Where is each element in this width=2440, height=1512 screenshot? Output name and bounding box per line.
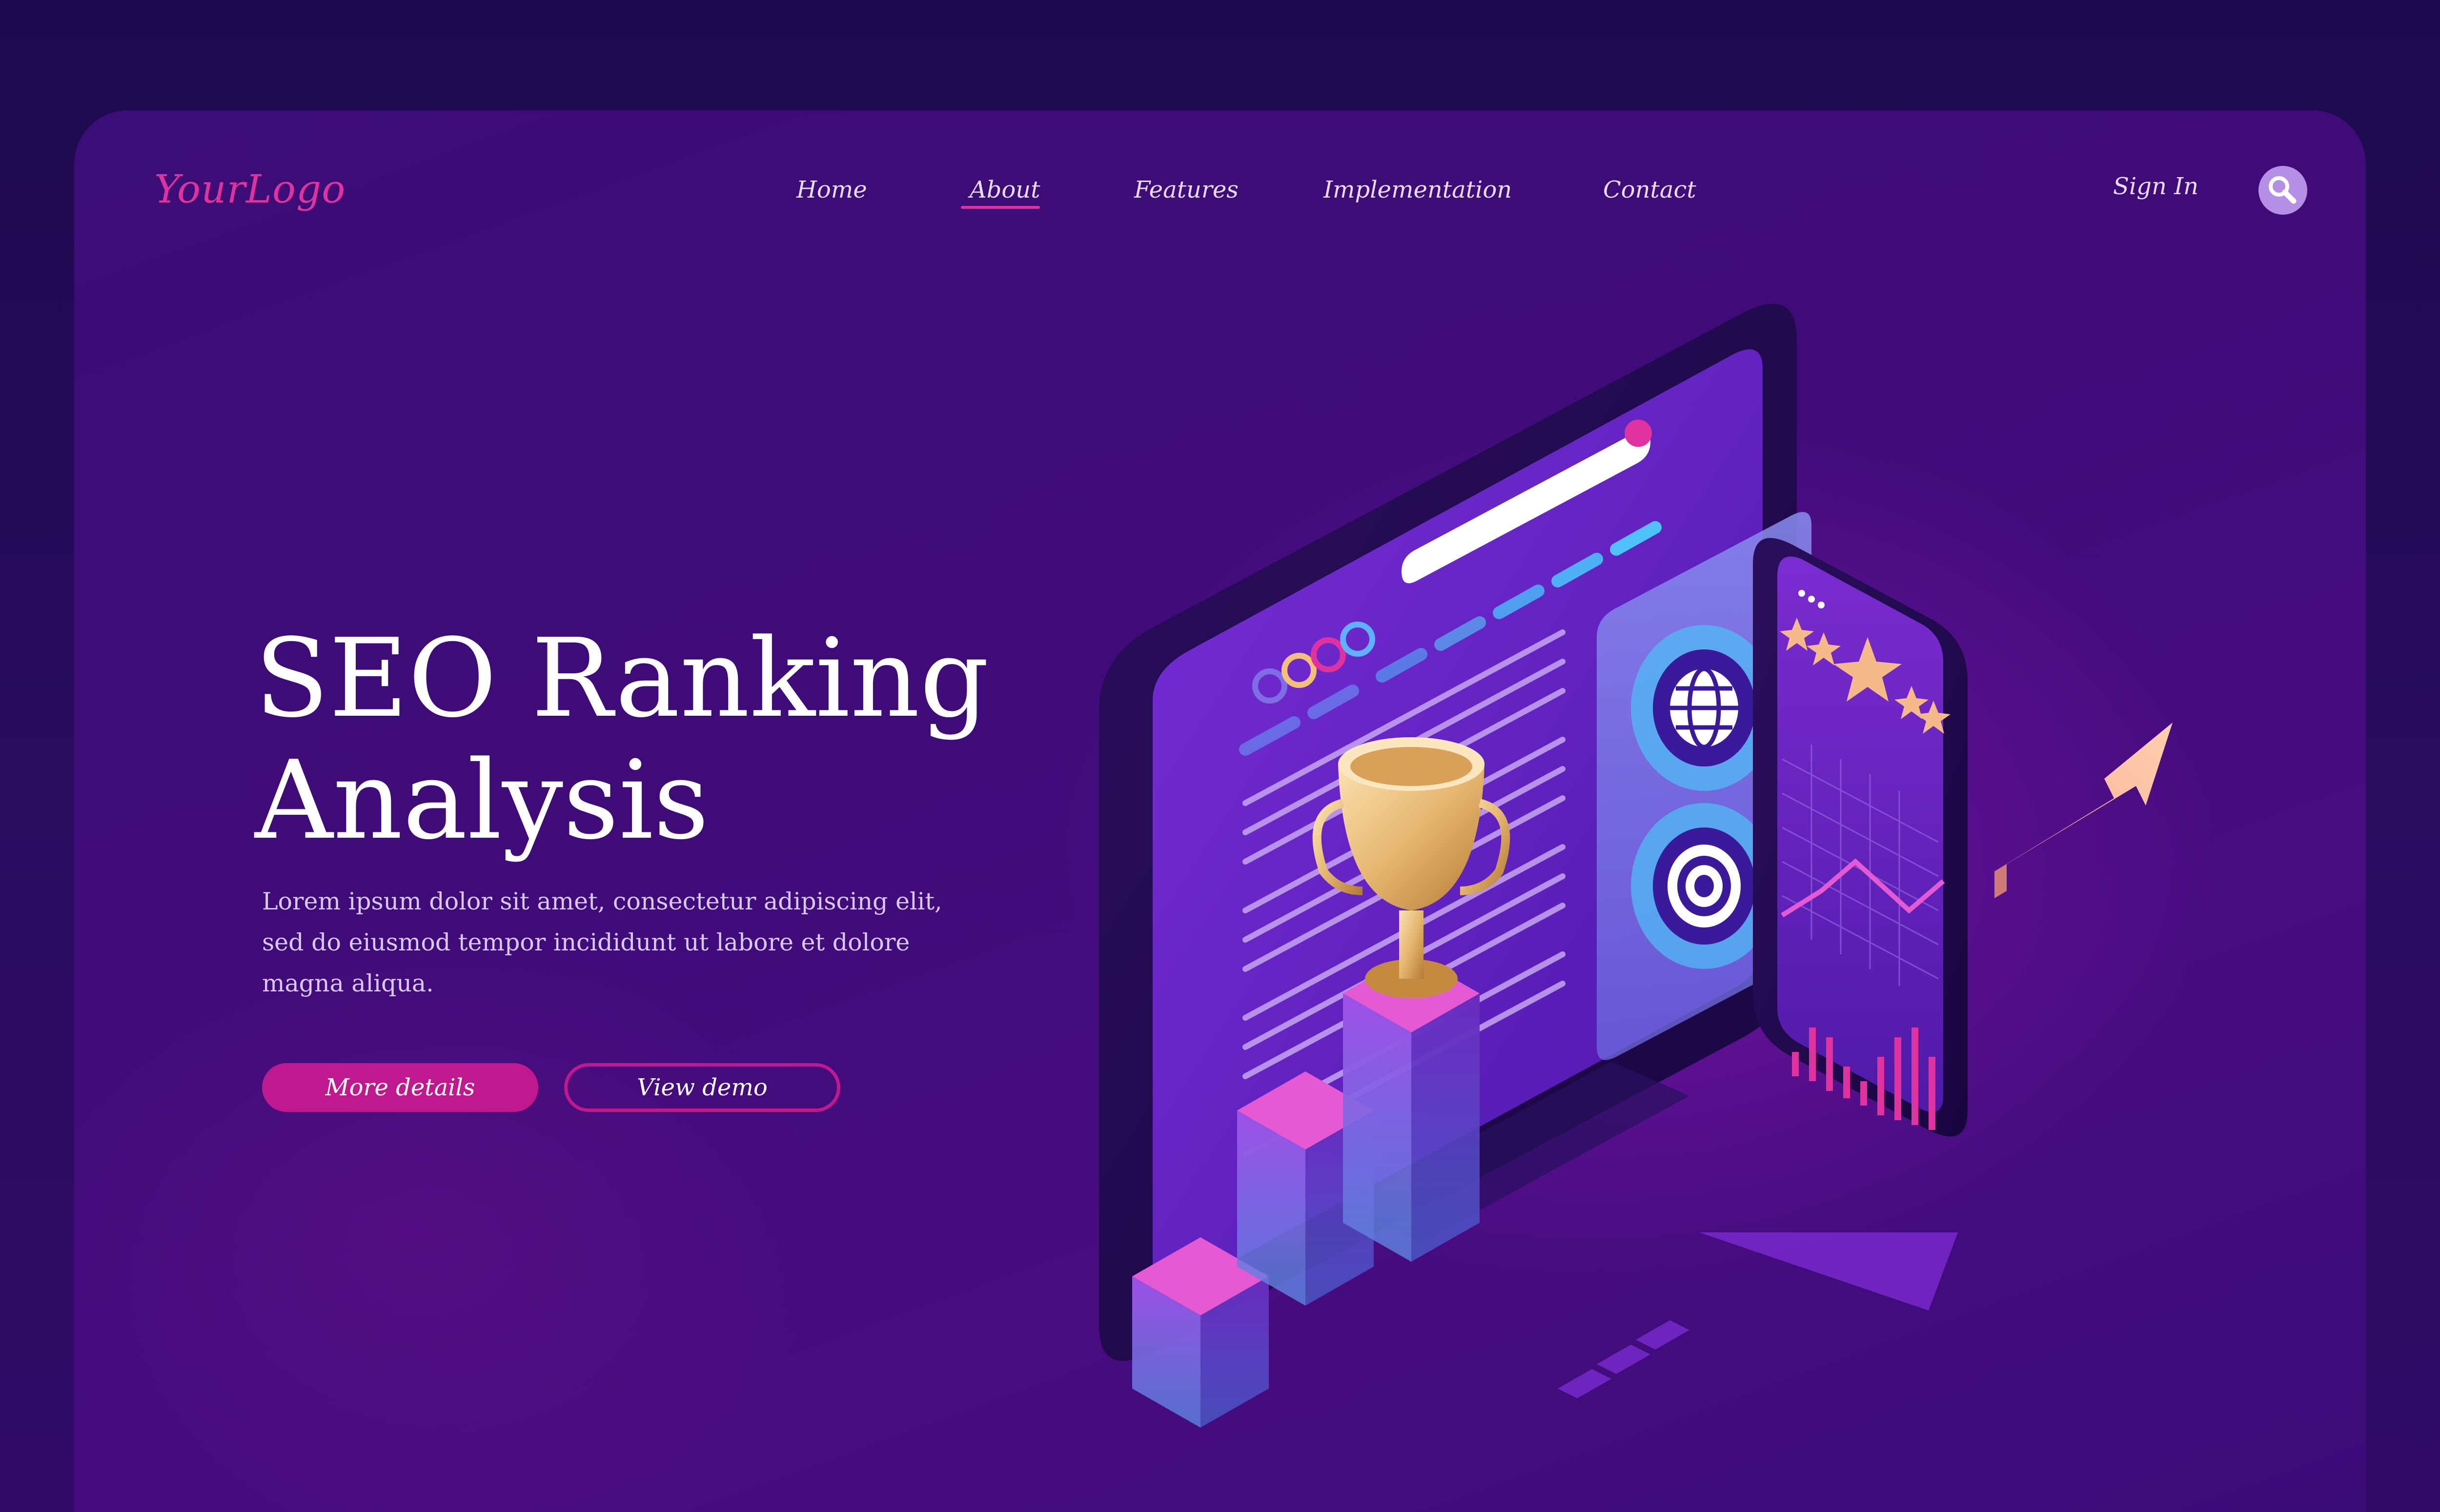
landing-card: YourLogo Home About Features Implementat…: [74, 110, 2366, 1512]
floor-arrow: [1558, 1232, 1958, 1398]
seo-illustration: [1099, 303, 2173, 1428]
growth-arrow-icon: [1994, 723, 2173, 898]
smartphone-icon: [1753, 538, 1968, 1137]
